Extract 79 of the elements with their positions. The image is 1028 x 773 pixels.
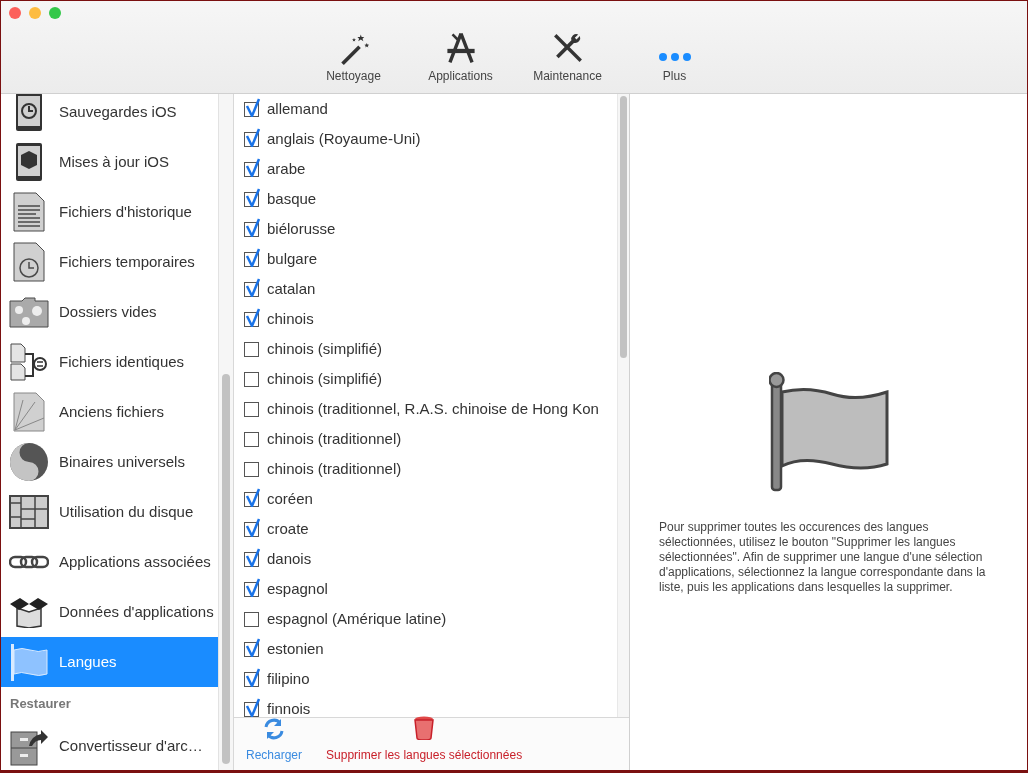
checkbox[interactable] — [244, 461, 259, 477]
sidebar-item[interactable]: Fichiers d'historique — [1, 187, 219, 237]
checkbox[interactable] — [244, 341, 259, 357]
info-text: Pour supprimer toutes les occurences des langues sélectionnées, utilisez le bouton "Supprimer les langues sélectionnées". Afin de supprimer une langue d'une sélection d'applications, sélectionnez la langue correspondante dans la liste, puis les applications dans lesquelles la supprimer. — [658, 520, 987, 595]
folder-icon — [9, 296, 49, 328]
toolbar-button[interactable]: Plus — [621, 31, 728, 85]
checkbox[interactable] — [244, 581, 259, 597]
reload-button[interactable]: Recharger — [246, 718, 303, 764]
document-clock-icon — [13, 242, 45, 282]
checkbox[interactable] — [244, 191, 259, 207]
checkbox[interactable] — [244, 131, 259, 147]
treemap-icon — [9, 495, 49, 529]
scrollbar-thumb[interactable] — [222, 374, 231, 764]
sidebar-item[interactable]: Applications associées — [1, 537, 219, 587]
language-label: danois — [267, 548, 312, 569]
flag-icon — [9, 642, 49, 682]
checkbox[interactable] — [244, 401, 259, 417]
language-label: bulgare — [267, 248, 318, 269]
language-label: basque — [267, 188, 317, 209]
language-label: chinois (traditionnel) — [267, 458, 402, 479]
close-button[interactable] — [9, 7, 21, 19]
scrollbar-thumb[interactable] — [620, 96, 627, 358]
yin-yang-icon — [9, 442, 49, 482]
sidebar-item[interactable]: Utilisation du disque — [1, 487, 219, 537]
checkbox[interactable] — [244, 611, 259, 627]
sidebar-item[interactable]: Fichiers identiques — [1, 337, 219, 387]
sidebar-item[interactable]: Fichiers temporaires — [1, 237, 219, 287]
sidebar-item[interactable]: Données d'applications — [1, 587, 219, 637]
log-document-icon — [13, 192, 45, 232]
language-label: espagnol — [267, 578, 328, 599]
refresh-icon — [262, 718, 286, 740]
checkbox[interactable] — [244, 551, 259, 567]
chain-icon — [9, 555, 49, 569]
toolbar-button[interactable]: Maintenance — [514, 31, 621, 85]
checkbox[interactable] — [244, 431, 259, 447]
language-label: chinois — [267, 308, 314, 329]
tablet-box-icon — [15, 142, 43, 182]
open-box-icon — [9, 596, 49, 628]
toolbar-button[interactable]: Applications — [407, 31, 514, 85]
language-label: estonien — [267, 638, 324, 659]
sidebar-item[interactable]: Dossiers vides — [1, 287, 219, 337]
sidebar-item[interactable]: Convertisseur d'arc… — [1, 721, 219, 770]
language-label: finnois — [267, 698, 311, 717]
language-label: biélorusse — [267, 218, 336, 239]
checkbox[interactable] — [244, 101, 259, 117]
sidebar-item[interactable]: Sauvegardes iOS — [1, 94, 219, 137]
duplicate-files-icon — [9, 342, 49, 382]
checkbox[interactable] — [244, 701, 259, 717]
checkbox[interactable] — [244, 671, 259, 687]
language-label: allemand — [267, 98, 328, 119]
language-label: chinois (simplifié) — [267, 338, 383, 359]
language-label: coréen — [267, 488, 313, 509]
toolbar-button[interactable]: Nettoyage — [300, 31, 407, 85]
language-label: chinois (simplifié) — [267, 368, 383, 389]
checkbox[interactable] — [244, 641, 259, 657]
language-label: chinois (traditionnel) — [267, 428, 402, 449]
checkbox[interactable] — [244, 311, 259, 327]
more-icon — [658, 53, 691, 61]
checkbox[interactable] — [244, 491, 259, 507]
checkbox[interactable] — [244, 371, 259, 387]
language-label: anglais (Royaume-Uni) — [267, 128, 421, 149]
checkbox[interactable] — [244, 221, 259, 237]
checkbox[interactable] — [244, 251, 259, 267]
checkbox[interactable] — [244, 161, 259, 177]
sidebar-item[interactable]: Mises à jour iOS — [1, 137, 219, 187]
remove-languages-button[interactable]: Supprimer les langues sélectionnées — [326, 716, 523, 764]
document-cobweb-icon — [13, 392, 45, 432]
language-label: espagnol (Amérique latine) — [267, 608, 447, 629]
sidebar-section-header: Restaurer — [9, 695, 72, 714]
language-label: filipino — [267, 668, 310, 689]
trash-icon — [414, 716, 435, 740]
sidebar-item[interactable]: Anciens fichiers — [1, 387, 219, 437]
language-label: arabe — [267, 158, 306, 179]
language-label: croate — [267, 518, 309, 539]
sidebar-item[interactable]: Binaires universels — [1, 437, 219, 487]
checkbox[interactable] — [244, 281, 259, 297]
checkbox[interactable] — [244, 521, 259, 537]
language-label: catalan — [267, 278, 316, 299]
language-label: chinois (traditionnel, R.A.S. chinoise de Hong Kon — [267, 398, 599, 419]
